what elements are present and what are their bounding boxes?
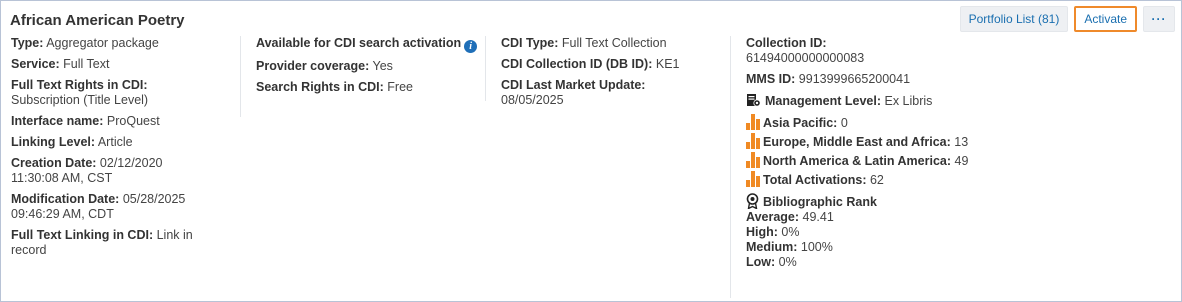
ftl-label: Full Text Linking in CDI: xyxy=(11,228,154,242)
cdi-type-value: Full Text Collection xyxy=(561,36,667,50)
activations-bar-icon xyxy=(746,114,760,130)
provider-label: Provider coverage: xyxy=(256,59,370,73)
service-value: Full Text xyxy=(63,57,110,71)
asia-label: Asia Pacific: xyxy=(763,116,838,130)
activations-bar-icon xyxy=(746,152,760,168)
field-full-text-linking: Full Text Linking in CDI: Link in record xyxy=(11,228,211,258)
available-label: Available for CDI search activation xyxy=(256,36,462,50)
field-emea: Europe, Middle East and Africa: 13 xyxy=(746,133,976,150)
low-value: 0% xyxy=(778,255,797,269)
emea-label: Europe, Middle East and Africa: xyxy=(763,135,951,149)
rank-label: Bibliographic Rank xyxy=(763,195,877,209)
rank-badge-icon xyxy=(746,193,759,209)
field-creation-date: Creation Date: 02/12/2020 11:30:08 AM, C… xyxy=(11,156,211,186)
service-label: Service: xyxy=(11,57,60,71)
medium-label: Medium: xyxy=(746,240,798,254)
medium-value: 100% xyxy=(800,240,833,254)
nala-label: North America & Latin America: xyxy=(763,154,952,168)
search-rights-label: Search Rights in CDI: xyxy=(256,80,384,94)
details-column-2: Available for CDI search activation i Pro… xyxy=(256,36,481,101)
field-cdi-type: CDI Type: Full Text Collection xyxy=(501,36,726,51)
activate-button[interactable]: Activate xyxy=(1074,6,1137,32)
creation-label: Creation Date: xyxy=(11,156,97,170)
collection-label: CDI Collection ID (DB ID): xyxy=(501,57,653,71)
details-column-4: Collection ID: 61494000000000083 MMS ID: … xyxy=(746,36,976,270)
field-provider-coverage: Provider coverage: Yes xyxy=(256,59,481,74)
details-column-1: Type: Aggregator package Service: Full T… xyxy=(11,36,211,264)
field-cdi-market-update: CDI Last Market Update: 08/05/2025 xyxy=(501,78,726,108)
search-rights-value: Free xyxy=(387,80,413,94)
field-service: Service: Full Text xyxy=(11,57,211,72)
field-cdi-collection-id: CDI Collection ID (DB ID): KE1 xyxy=(501,57,726,72)
mms-label: MMS ID: xyxy=(746,72,796,86)
field-north-america: North America & Latin America: 49 xyxy=(746,152,976,169)
market-label: CDI Last Market Update: xyxy=(501,78,646,92)
mms-value: 9913999665200041 xyxy=(798,72,911,86)
mgmt-label: Management Level: xyxy=(765,94,882,108)
activations-bar-icon xyxy=(746,171,760,187)
high-value: 0% xyxy=(781,225,800,239)
management-gear-icon xyxy=(747,94,761,107)
rights-label: Full Text Rights in CDI: xyxy=(11,78,148,92)
field-asia-pacific: Asia Pacific: 0 xyxy=(746,114,976,131)
field-search-rights: Search Rights in CDI: Free xyxy=(256,80,481,95)
type-value: Aggregator package xyxy=(46,36,159,50)
column-divider xyxy=(730,36,731,298)
interface-label: Interface name: xyxy=(11,114,104,128)
average-label: Average: xyxy=(746,210,800,224)
details-column-3: CDI Type: Full Text Collection CDI Colle… xyxy=(501,36,726,114)
emea-value: 13 xyxy=(954,135,969,149)
field-management-level: Management Level: Ex Libris xyxy=(746,93,976,109)
field-mms-id: MMS ID: 9913999665200041 xyxy=(746,72,976,87)
collection-card: African American Poetry Portfolio List (… xyxy=(0,0,1182,302)
field-type: Type: Aggregator package xyxy=(11,36,211,51)
cdi-type-label: CDI Type: xyxy=(501,36,559,50)
low-label: Low: xyxy=(746,255,776,269)
type-label: Type: xyxy=(11,36,44,50)
collection-id-label: Collection ID: xyxy=(746,36,827,50)
asia-value: 0 xyxy=(840,116,848,130)
more-actions-button[interactable]: ··· xyxy=(1143,6,1175,32)
column-divider xyxy=(240,36,241,117)
average-value: 49.41 xyxy=(802,210,834,224)
field-interface: Interface name: ProQuest xyxy=(11,114,211,129)
provider-value: Yes xyxy=(372,59,393,73)
info-icon[interactable]: i xyxy=(464,40,478,53)
field-total-activations: Total Activations: 62 xyxy=(746,171,976,188)
collection-value: KE1 xyxy=(655,57,680,71)
field-modification-date: Modification Date: 05/28/2025 09:46:29 A… xyxy=(11,192,211,222)
rights-value: Subscription (Title Level) xyxy=(11,93,149,107)
field-bibliographic-rank: Bibliographic Rank Average: 49.41 High: … xyxy=(746,193,976,270)
mgmt-value: Ex Libris xyxy=(884,94,933,108)
linking-value: Article xyxy=(97,135,133,149)
total-label: Total Activations: xyxy=(763,173,867,187)
portfolio-list-button[interactable]: Portfolio List (81) xyxy=(959,6,1069,32)
collection-title: African American Poetry xyxy=(10,12,185,29)
activations-bar-icon xyxy=(746,133,760,149)
collection-id-value: 61494000000000083 xyxy=(746,51,865,65)
interface-value: ProQuest xyxy=(106,114,160,128)
card-actions: Portfolio List (81) Activate ··· xyxy=(959,6,1175,32)
high-label: High: xyxy=(746,225,778,239)
market-value: 08/05/2025 xyxy=(501,93,564,107)
field-linking-level: Linking Level: Article xyxy=(11,135,211,150)
linking-label: Linking Level: xyxy=(11,135,96,149)
field-collection-id: Collection ID: 61494000000000083 xyxy=(746,36,976,66)
modification-label: Modification Date: xyxy=(11,192,120,206)
field-full-text-rights: Full Text Rights in CDI: Subscription (Ti… xyxy=(11,78,211,108)
field-cdi-activation: Available for CDI search activation i xyxy=(256,36,481,53)
column-divider xyxy=(485,36,486,101)
nala-value: 49 xyxy=(954,154,969,168)
total-value: 62 xyxy=(869,173,884,187)
